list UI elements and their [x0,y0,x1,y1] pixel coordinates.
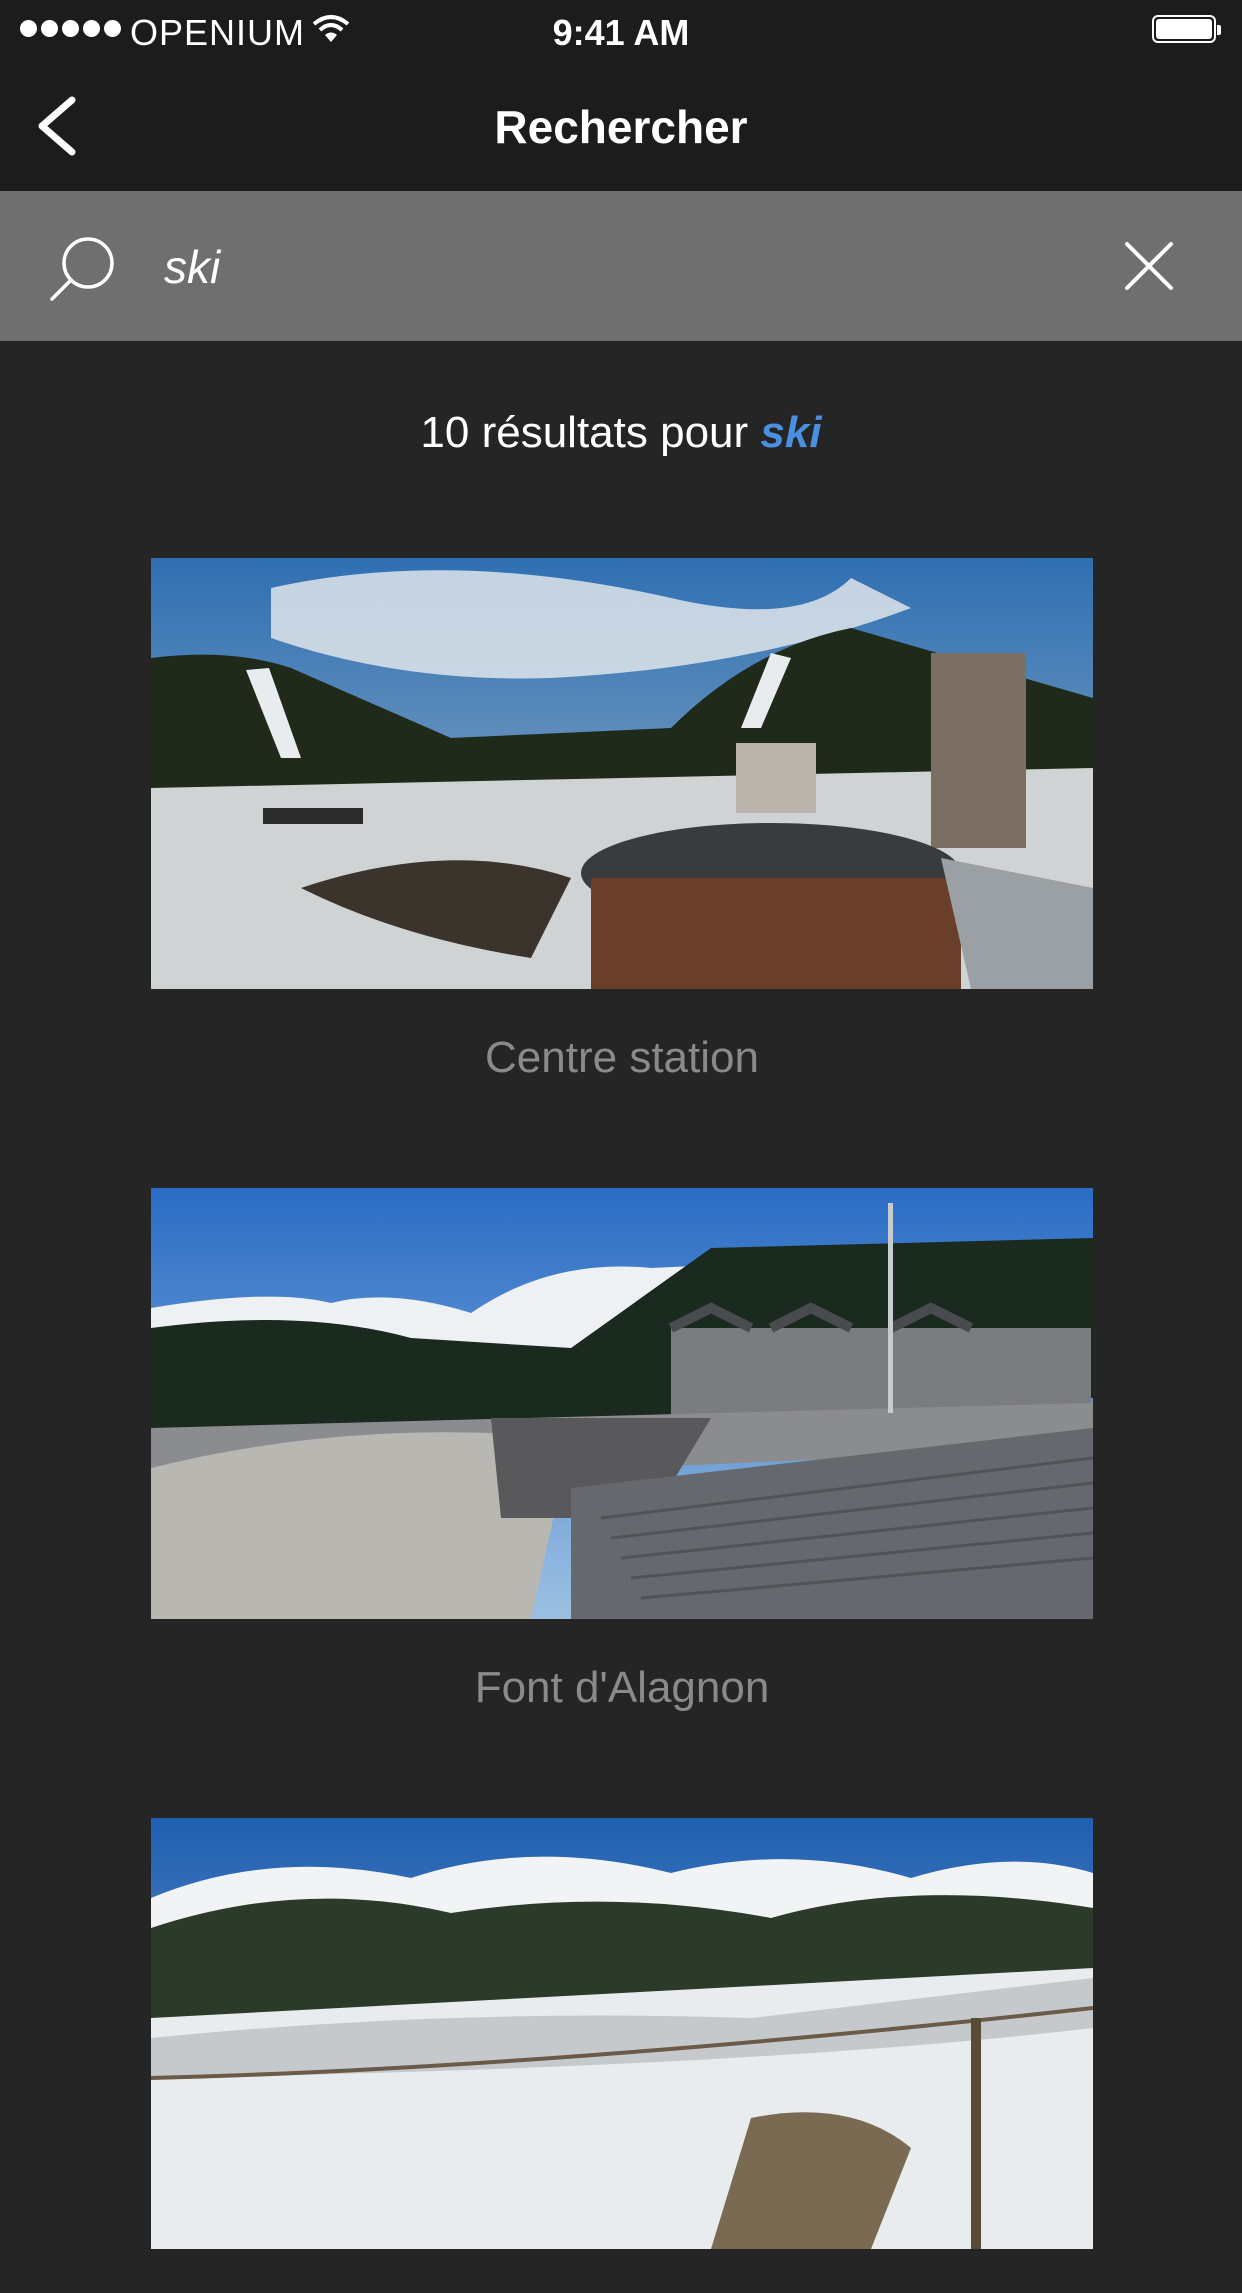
result-card[interactable]: Centre station [151,558,1093,1083]
result-caption: Centre station [485,1033,759,1082]
search-bar [0,191,1242,341]
result-card[interactable] [151,1818,1093,2293]
search-term-highlight: ski [760,408,822,457]
result-card[interactable]: Font d'Alagnon [151,1188,1093,1713]
search-icon [50,237,114,301]
results-count-text: 10 résultats pour [420,408,761,457]
result-caption: Font d'Alagnon [474,1663,770,1712]
navigation-bar: Rechercher [0,60,1242,191]
results-count: 10 résultats pour ski [0,408,1242,458]
battery-full-icon [1152,15,1221,43]
webcam-thumbnail [151,1818,1093,2249]
page-title: Rechercher [494,101,748,153]
webcam-thumbnail [151,1188,1093,1619]
status-bar: OPENIUM 9:41 AM [0,0,1242,60]
search-input[interactable] [162,231,1066,303]
close-icon [1125,242,1173,290]
webcam-thumbnail [151,558,1093,989]
clear-search-button[interactable] [1124,241,1174,291]
clock: 9:41 AM [552,12,690,53]
